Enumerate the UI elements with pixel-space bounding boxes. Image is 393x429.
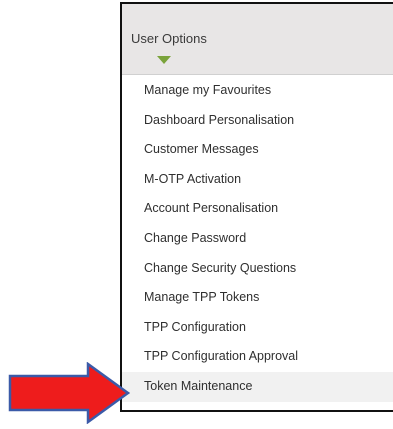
menu-list: Manage my Favourites Dashboard Personali…	[122, 76, 393, 402]
right-arrow-icon	[8, 361, 131, 425]
menu-item-m-otp-activation[interactable]: M-OTP Activation	[122, 165, 393, 195]
user-options-menu: User Options Manage my Favourites Dashbo…	[120, 2, 393, 412]
menu-item-manage-my-favourites[interactable]: Manage my Favourites	[122, 76, 393, 106]
menu-item-change-password[interactable]: Change Password	[122, 224, 393, 254]
menu-item-dashboard-personalisation[interactable]: Dashboard Personalisation	[122, 106, 393, 136]
menu-item-token-maintenance[interactable]: Token Maintenance	[122, 371, 393, 402]
caret-down-icon	[157, 56, 171, 64]
menu-item-tpp-configuration[interactable]: TPP Configuration	[122, 313, 393, 343]
menu-item-tpp-configuration-approval[interactable]: TPP Configuration Approval	[122, 342, 393, 372]
menu-item-manage-tpp-tokens[interactable]: Manage TPP Tokens	[122, 283, 393, 313]
menu-item-account-personalisation[interactable]: Account Personalisation	[122, 194, 393, 224]
menu-item-change-security-questions[interactable]: Change Security Questions	[122, 254, 393, 284]
menu-header[interactable]: User Options	[122, 4, 393, 75]
menu-item-customer-messages[interactable]: Customer Messages	[122, 135, 393, 165]
menu-title: User Options	[131, 31, 207, 46]
